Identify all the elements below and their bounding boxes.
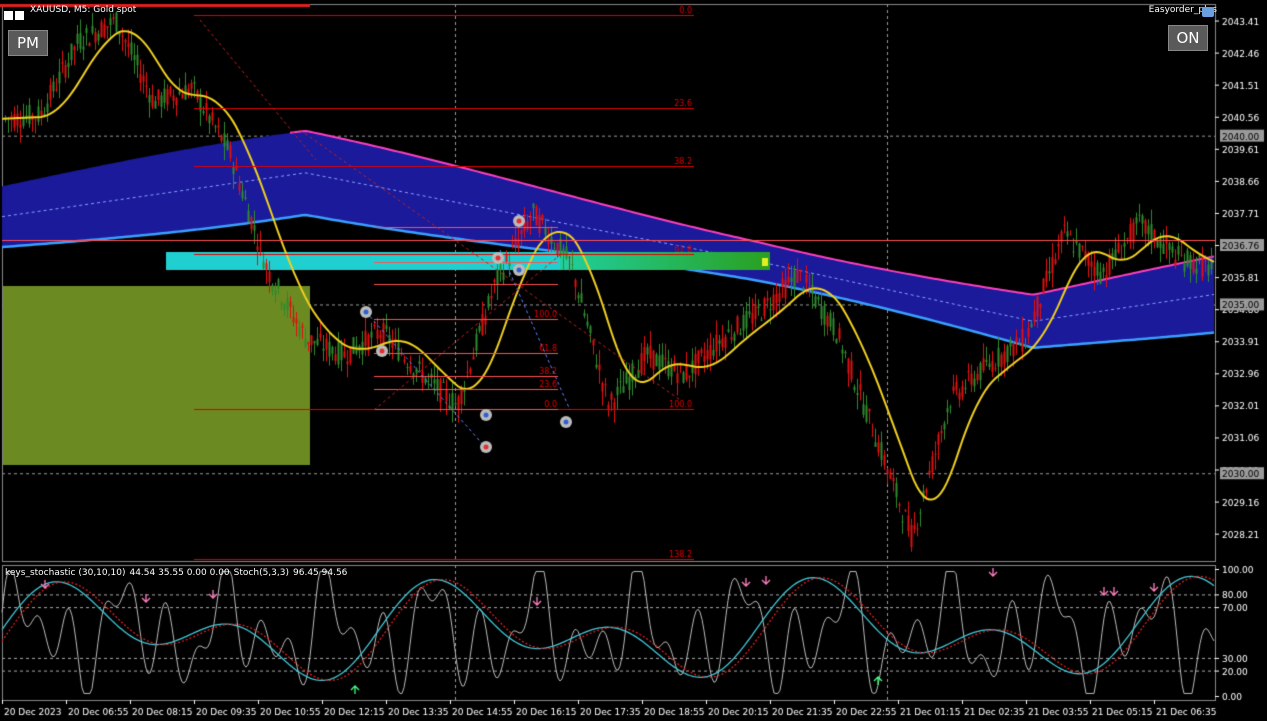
oscillator-values-2: 96.45 94.56 — [293, 568, 348, 578]
oscillator-values-1: 44.54 35.55 0.00 0.00 — [129, 568, 230, 578]
oscillator-name-2: Stoch(5,3,3) — [233, 568, 289, 578]
symbol-title: XAUUSD, M5: Gold spot — [30, 5, 137, 15]
oscillator-name-1: keys_stochastic (30,10,10) — [5, 568, 126, 578]
window-menu-icon — [4, 5, 26, 20]
oscillator-label: keys_stochastic (30,10,10) 44.54 35.55 0.… — [5, 568, 351, 578]
expert-hat-icon — [1202, 7, 1214, 17]
on-button[interactable]: ON — [1168, 25, 1208, 51]
price-chart-canvas[interactable] — [0, 0, 1267, 721]
pm-button[interactable]: PM — [8, 30, 48, 56]
